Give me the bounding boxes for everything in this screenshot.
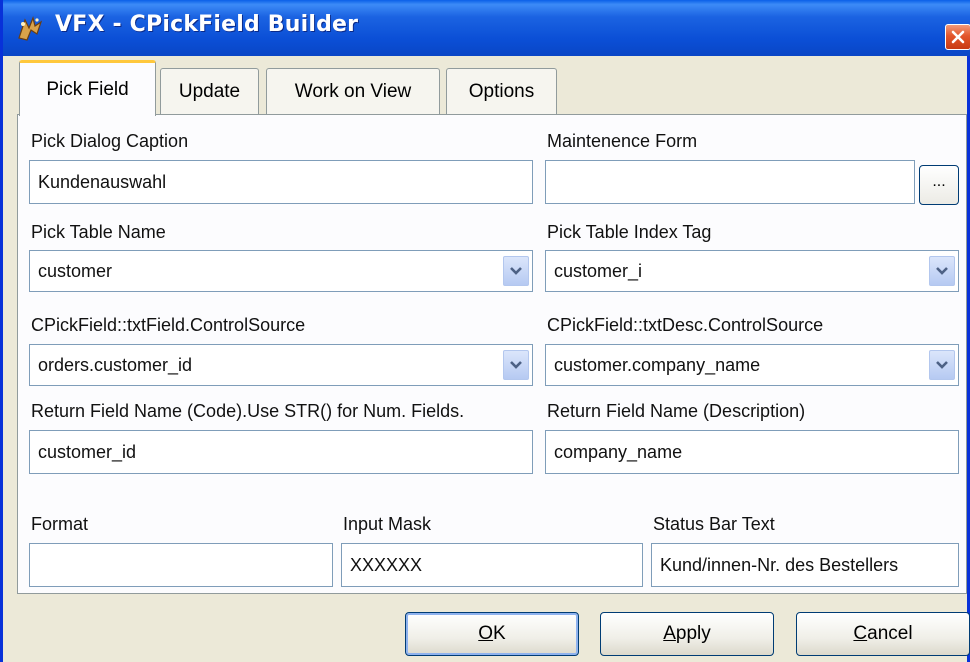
txtfield-controlsource-select[interactable]: orders.customer_id — [29, 344, 533, 386]
pick-table-name-dropdown-button[interactable] — [503, 256, 529, 286]
cancel-button[interactable]: Cancel — [796, 612, 970, 656]
tab-label: Pick Field — [46, 78, 129, 100]
txtdesc-controlsource-value: customer.company_name — [554, 354, 761, 375]
input-mask-field[interactable]: XXXXXX — [341, 543, 643, 587]
cancel-label-rest: ancel — [867, 623, 913, 644]
apply-button[interactable]: Apply — [600, 612, 774, 656]
ok-label-rest: K — [493, 623, 506, 644]
ok-mnemonic: O — [478, 623, 494, 644]
return-field-code-field[interactable]: customer_id — [29, 430, 533, 474]
browse-button-label: ... — [932, 173, 946, 190]
maintenance-form-field[interactable] — [545, 160, 915, 204]
txtdesc-controlsource-dropdown-button[interactable] — [929, 350, 955, 380]
chevron-down-icon — [936, 267, 948, 275]
txtdesc-controlsource-label: CPickField::txtDesc.ControlSource — [547, 315, 824, 335]
txtfield-controlsource-value: orders.customer_id — [38, 354, 193, 375]
close-button[interactable] — [945, 24, 970, 50]
tab-label: Work on View — [294, 81, 412, 102]
chevron-down-icon — [510, 267, 522, 275]
tab-label: Update — [178, 81, 241, 102]
format-label: Format — [31, 514, 89, 534]
pick-table-name-label: Pick Table Name — [31, 222, 166, 242]
status-bar-text-value: Kund/innen-Nr. des Bestellers — [660, 554, 899, 575]
txtfield-controlsource-dropdown-button[interactable] — [503, 350, 529, 380]
tab-pick-field[interactable]: Pick Field — [19, 60, 156, 116]
maintenance-form-label: Maintenence Form — [547, 131, 698, 151]
input-mask-value: XXXXXX — [350, 554, 423, 575]
vfx-app-icon — [18, 16, 43, 41]
ok-button[interactable]: OK — [405, 612, 579, 656]
chevron-down-icon — [936, 361, 948, 369]
apply-mnemonic: A — [663, 623, 676, 644]
maintenance-form-browse-button[interactable]: ... — [919, 165, 959, 205]
return-field-desc-field[interactable]: company_name — [545, 430, 959, 474]
status-bar-text-label: Status Bar Text — [653, 514, 775, 534]
return-field-desc-value: company_name — [554, 441, 683, 462]
return-field-desc-label: Return Field Name (Description) — [547, 401, 806, 421]
input-mask-label: Input Mask — [343, 514, 432, 534]
window-title: VFX - CPickField Builder — [55, 12, 359, 37]
pick-dialog-caption-value: Kundenauswahl — [38, 171, 167, 192]
pick-table-index-tag-select[interactable]: customer_i — [545, 250, 959, 292]
status-bar-text-field[interactable]: Kund/innen-Nr. des Bestellers — [651, 543, 959, 587]
tab-options[interactable]: Options — [446, 68, 557, 115]
txtfield-controlsource-label: CPickField::txtField.ControlSource — [31, 315, 306, 335]
close-icon — [951, 30, 965, 44]
pick-table-name-value: customer — [38, 260, 113, 281]
pick-table-index-tag-dropdown-button[interactable] — [929, 256, 955, 286]
cancel-mnemonic: C — [853, 623, 868, 644]
format-field[interactable] — [29, 543, 333, 587]
chevron-down-icon — [510, 361, 522, 369]
txtdesc-controlsource-select[interactable]: customer.company_name — [545, 344, 959, 386]
tab-update[interactable]: Update — [160, 68, 259, 115]
apply-label-rest: pply — [675, 623, 711, 644]
tab-label: Options — [468, 81, 535, 102]
pick-dialog-caption-field[interactable]: Kundenauswahl — [29, 160, 533, 204]
pick-table-index-tag-label: Pick Table Index Tag — [547, 222, 712, 242]
pick-table-index-tag-value: customer_i — [554, 260, 643, 281]
pick-dialog-caption-label: Pick Dialog Caption — [31, 131, 189, 151]
title-bar[interactable]: VFX - CPickField Builder — [3, 0, 970, 56]
pick-table-name-select[interactable]: customer — [29, 250, 533, 292]
return-field-code-value: customer_id — [38, 441, 137, 462]
dialog-window: VFX - CPickField Builder Pick Field Upda… — [0, 0, 970, 662]
tab-work-on-view[interactable]: Work on View — [266, 68, 440, 115]
return-field-code-label: Return Field Name (Code).Use STR() for N… — [31, 401, 465, 421]
